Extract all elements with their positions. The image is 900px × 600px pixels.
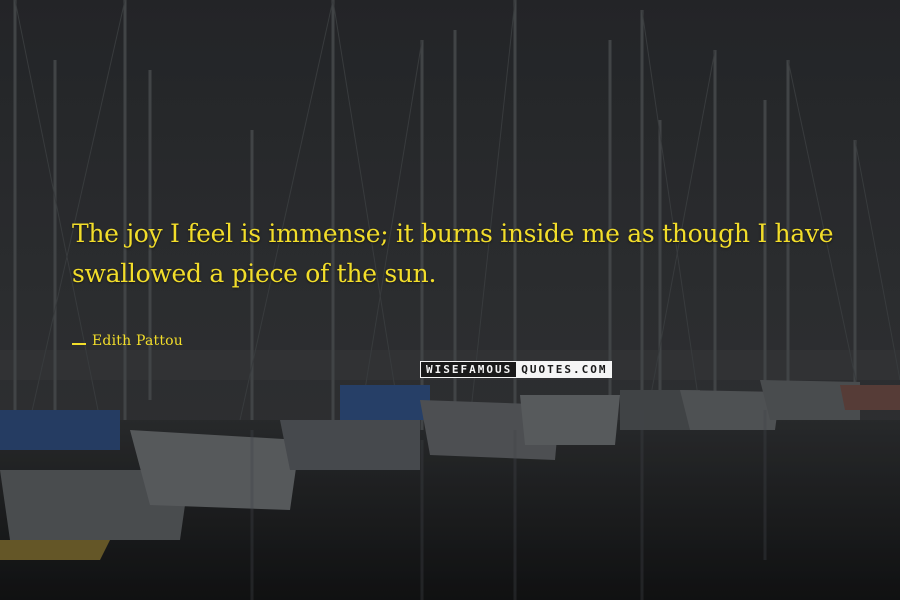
author-dash [72, 343, 86, 345]
site-watermark-logo: WISEFAMOUS QUOTES.COM [420, 361, 613, 378]
watermark-right: QUOTES.COM [517, 361, 613, 378]
quote-text: The joy I feel is immense; it burns insi… [72, 219, 834, 288]
watermark-left: WISEFAMOUS [420, 361, 518, 378]
quote-author: Edith Pattou [92, 333, 183, 349]
quote-image: The joy I feel is immense; it burns insi… [0, 0, 900, 600]
harbor-background-photo [0, 0, 900, 600]
